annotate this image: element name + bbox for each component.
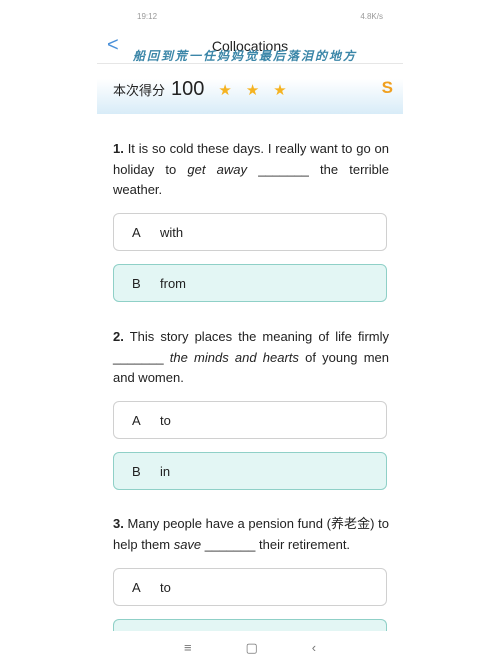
status-time: 19:12 <box>137 12 158 21</box>
star-icon: ★ <box>218 81 232 99</box>
score-label: 本次得分 <box>113 83 166 98</box>
option-b[interactable]: Bfrom <box>113 264 387 302</box>
star-icon: ★ <box>245 81 260 99</box>
overlay-caption: 船回到荒一任妈妈觉最后落泪的地方 <box>133 49 358 63</box>
question-1: 1. It is so cold these days. I really wa… <box>113 141 389 197</box>
option-a[interactable]: Ato <box>113 568 387 606</box>
question-2: 2. This story places the meaning of life… <box>113 329 389 385</box>
score-band: 本次得分 100 ★ ★ ★ S <box>97 64 403 114</box>
question-3: 3. Many people have a pension fund (养老金)… <box>113 516 389 552</box>
status-speed: 4.8K/s <box>360 12 383 21</box>
star-icon: ★ <box>273 81 287 99</box>
phone-screen: 19:12 4.8K/s < Collocations 船回到荒一任妈妈觉最后落… <box>97 0 403 666</box>
option-a[interactable]: Ato <box>113 401 387 439</box>
status-bar: 19:12 4.8K/s <box>137 12 383 21</box>
back-icon[interactable]: ‹ <box>312 640 316 656</box>
grade-badge: S <box>381 78 393 97</box>
option-a[interactable]: Awith <box>113 213 387 251</box>
system-navbar: ≡ ▢ ‹ <box>97 640 403 656</box>
option-b[interactable]: Bin <box>113 452 387 490</box>
menu-icon[interactable]: ≡ <box>184 640 192 656</box>
home-icon[interactable]: ▢ <box>245 640 257 656</box>
score-value: 100 <box>171 78 205 100</box>
